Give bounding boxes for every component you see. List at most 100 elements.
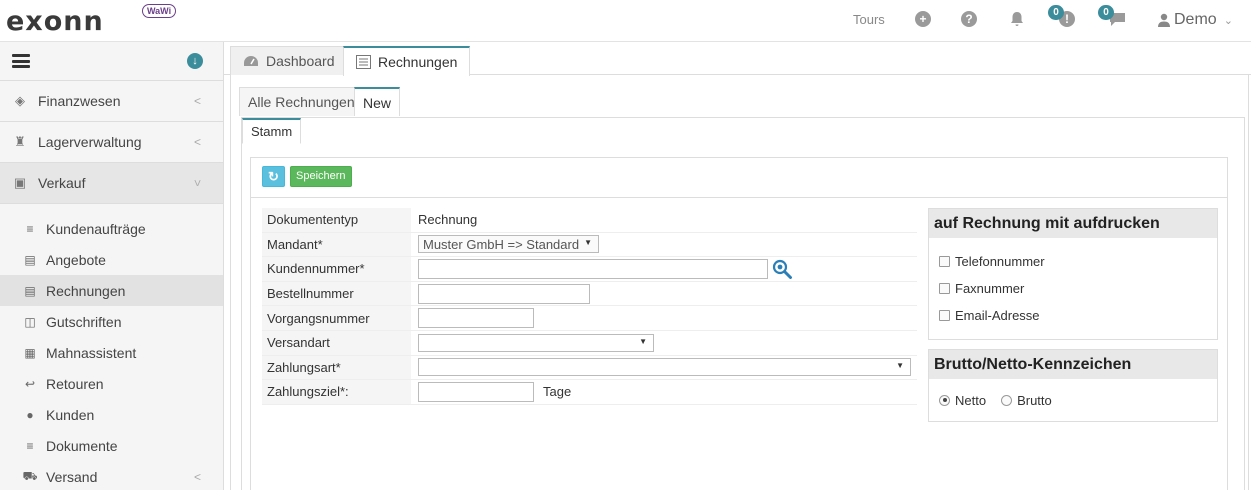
refresh-button[interactable]: ↻ [262,166,285,187]
tag-icon: ◈ [15,93,25,108]
tab-label: Stamm [251,124,293,139]
field-row-zahlungsart: Zahlungsart* ▼ [262,355,917,381]
top-bar: exonn WaWi Tours + ? ! 0 0 Demo ⌄ [0,0,1251,42]
dokumententyp-value: Rechnung [418,212,478,228]
tab-label: Alle Rechnungen [248,94,355,110]
warehouse-icon: ♜ [14,134,26,149]
sidebar-section-verkauf[interactable]: ▣ Verkauf < [0,163,223,204]
vorgangsnummer-input[interactable] [418,308,534,329]
tab-label: Dashboard [266,53,335,69]
print-options-box: auf Rechnung mit aufdrucken Telefonnumme… [928,208,1218,340]
checkbox-telefonnummer[interactable]: Telefonnummer [929,248,1217,275]
field-row-kundennummer: Kundennummer* [262,257,917,282]
arrow-down-circle-icon[interactable]: ↓ [187,53,203,69]
logo[interactable]: exonn WaWi [6,4,177,37]
tab-label: New [363,94,392,111]
field-row-mandant: Mandant* Muster GmbH => Standard ▼ [262,232,917,258]
field-label: Bestellnummer [262,281,412,306]
field-row-vorgangsnummer: Vorgangsnummer [262,306,917,331]
sidebar-subitems: ≡ Kundenaufträge ▤ Angebote ▤ Rechnungen… [0,204,223,490]
versandart-select[interactable]: ▼ [418,333,654,352]
sidebar-item-rechnungen[interactable]: ▤ Rechnungen [0,275,223,306]
alert-icon[interactable]: ! 0 [1048,5,1076,28]
user-icon: ● [26,407,34,422]
checkbox[interactable] [939,310,950,321]
sidebar-item-retouren[interactable]: ↩ Retouren [0,368,223,399]
user-menu[interactable]: Demo ⌄ [1158,11,1233,29]
sidebar-item-kundenauftraege[interactable]: ≡ Kundenaufträge [0,213,223,244]
tours-link[interactable]: Tours [853,12,885,27]
sidebar-item-versand[interactable]: ⛟ Versand < [0,461,223,490]
field-label: Zahlungsziel*: [262,380,412,404]
save-button[interactable]: Speichern [290,166,352,187]
menu-icon[interactable] [12,54,30,68]
chevron-down-icon: < [190,179,205,187]
sidebar-item-gutschriften[interactable]: ◫ Gutschriften [0,306,223,337]
tab-label: Rechnungen [378,54,458,70]
tax-mode-box: Brutto/Netto-Kennzeichen Netto Brutto [928,349,1218,422]
sidebar-item-label: Kunden [46,406,95,423]
dropdown-caret-icon: ▼ [896,361,904,371]
zahlungsart-select[interactable]: ▼ [418,358,911,377]
tab-rechnungen[interactable]: Rechnungen [343,46,471,76]
offers-icon: ▤ [24,252,36,267]
sidebar-section-finanzwesen[interactable]: ◈ Finanzwesen < [0,81,223,122]
stamm-form: ↻ Speichern Dokumententyp Rechnung Manda… [250,157,1228,490]
chevron-left-icon: < [193,94,201,108]
invoice-icon: ▤ [24,283,36,298]
cart-icon: ▣ [13,175,27,190]
tab-alle-rechnungen[interactable]: Alle Rechnungen [239,87,364,116]
sidebar-item-angebote[interactable]: ▤ Angebote [0,244,223,275]
field-label: Zahlungsart* [262,355,412,380]
field-label: Mandant* [262,232,412,257]
bell-icon[interactable] [1008,10,1026,28]
checkbox-faxnummer[interactable]: Faxnummer [929,275,1217,302]
tab-new[interactable]: New [354,87,401,116]
logo-badge: WaWi [142,4,177,18]
help-icon[interactable]: ? [960,10,978,28]
tax-mode-title: Brutto/Netto-Kennzeichen [929,350,1217,379]
kundennummer-input[interactable] [418,258,768,279]
add-icon[interactable]: + [914,10,932,28]
logo-text: exonn [6,6,104,37]
sidebar-section-lagerverwaltung[interactable]: ♜ Lagerverwaltung < [0,122,223,163]
sidebar-item-label: Dokumente [46,437,118,454]
field-label: Dokumententyp [262,208,412,232]
radio-brutto[interactable] [1001,394,1013,406]
zahlungsziel-input[interactable] [418,381,534,402]
sidebar-item-label: Retouren [46,375,104,392]
mandant-select[interactable]: Muster GmbH => Standard ▼ [418,235,599,254]
dashboard-icon [244,56,258,66]
return-icon: ↩ [24,376,36,391]
search-gear-icon[interactable] [772,259,793,279]
field-row-bestellnummer: Bestellnummer [262,281,917,307]
chevron-left-icon: < [193,135,201,149]
checkbox[interactable] [939,256,950,267]
rechnungen-panel: Alle Rechnungen New Stamm ↻ Speichern Do… [230,75,1249,490]
sidebar-item-label: Kundenaufträge [46,220,146,237]
mandant-select-value: Muster GmbH => Standard [423,236,580,252]
sidebar-item-kunden[interactable]: ● Kunden [0,399,223,430]
radio-netto[interactable] [939,394,950,406]
checkbox[interactable] [939,283,950,294]
sidebar-item-label: Rechnungen [46,282,126,299]
checkbox-email-adresse[interactable]: Email-Adresse [929,302,1217,329]
sidebar-header: ↓ [0,42,223,81]
chevron-left-icon: < [193,470,201,484]
tab-dashboard[interactable]: Dashboard [230,46,348,75]
form-toolbar: ↻ Speichern [251,158,1227,198]
bestellnummer-input[interactable] [418,283,590,304]
field-label: Vorgangsnummer [262,306,412,330]
documents-icon: ≡ [26,438,34,453]
sidebar-item-dokumente[interactable]: ≡ Dokumente [0,430,223,461]
sidebar-item-mahnassistent[interactable]: ▦ Mahnassistent [0,337,223,368]
chat-icon[interactable]: 0 [1098,5,1126,28]
sidebar-item-label: Versand [46,468,98,485]
field-row-versandart: Versandart ▼ [262,330,917,356]
tab-stamm[interactable]: Stamm [242,118,302,144]
notifications-badge: 0 [1048,5,1064,20]
invoice-icon [356,55,371,69]
credit-icon: ◫ [24,314,36,329]
sidebar-section-label: Verkauf [38,175,86,191]
user-icon [1158,13,1170,27]
